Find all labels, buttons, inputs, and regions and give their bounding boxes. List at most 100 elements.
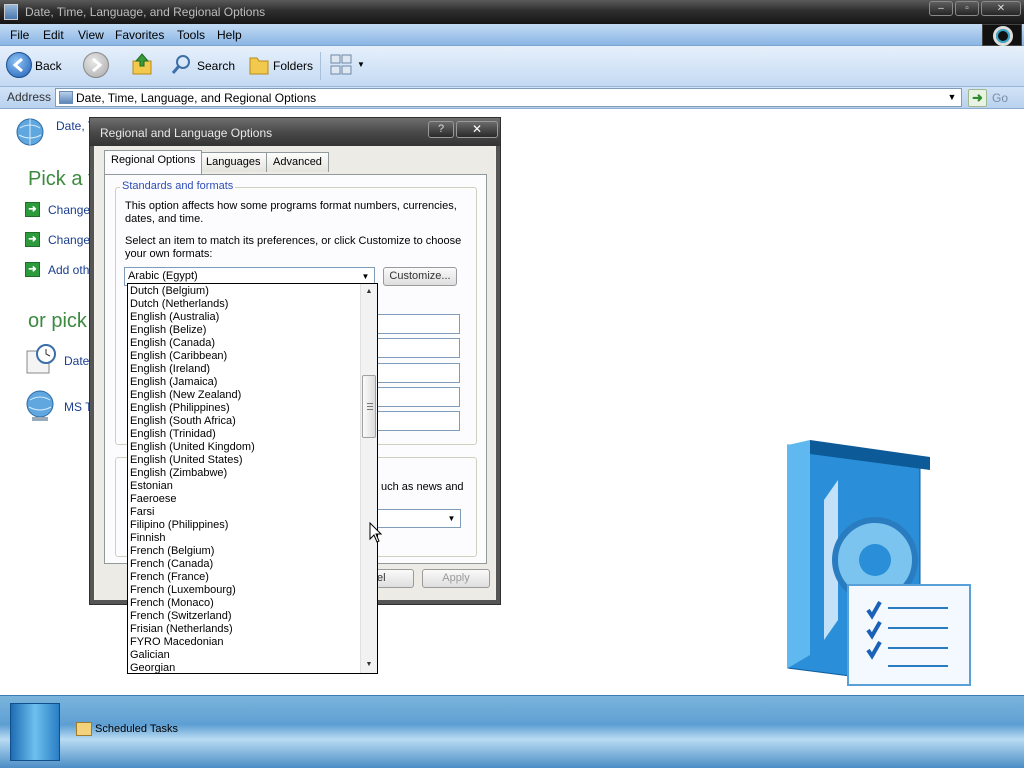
menu-tools[interactable]: Tools <box>177 28 205 42</box>
up-folder-icon <box>132 53 152 75</box>
green-arrow-icon: ➜ <box>25 262 40 277</box>
list-item[interactable]: English (Philippines) <box>128 402 361 415</box>
tab-regional-options[interactable]: Regional Options <box>104 150 203 174</box>
list-item[interactable]: Farsi <box>128 506 361 519</box>
list-item[interactable]: English (Zimbabwe) <box>128 467 361 480</box>
list-item[interactable]: English (Canada) <box>128 337 361 350</box>
forward-arrow-icon <box>83 52 109 78</box>
list-item[interactable]: English (Caribbean) <box>128 350 361 363</box>
toolbar: Back Search Folders ▼ <box>0 46 1024 87</box>
list-item[interactable]: Dutch (Netherlands) <box>128 298 361 311</box>
green-arrow-icon: ➜ <box>25 232 40 247</box>
close-button[interactable]: ✕ <box>981 1 1021 16</box>
dialog-close-button[interactable]: ✕ <box>456 121 498 138</box>
list-item[interactable]: English (Ireland) <box>128 363 361 376</box>
date-time-icon <box>26 344 56 374</box>
dialog-help-button[interactable]: ? <box>428 121 454 138</box>
scroll-thumb[interactable] <box>362 375 376 438</box>
format-instruction: Select an item to match its preferences,… <box>125 235 462 260</box>
address-dropdown-icon[interactable]: ▼ <box>945 90 959 105</box>
sample-currency-field <box>376 338 460 358</box>
list-item[interactable]: Estonian <box>128 480 361 493</box>
date-time-link[interactable]: Date <box>64 354 89 368</box>
chevron-down-icon[interactable]: ▼ <box>444 511 459 526</box>
list-item[interactable]: French (Canada) <box>128 558 361 571</box>
format-description: This option affects how some programs fo… <box>125 200 457 225</box>
sample-time-field <box>376 363 460 383</box>
list-item[interactable]: Dutch (Belgium) <box>128 285 361 298</box>
list-item[interactable]: French (France) <box>128 571 361 584</box>
format-dropdown-list[interactable]: Dutch (Belgium) Dutch (Netherlands) Englis… <box>127 283 378 674</box>
location-select[interactable]: ▼ <box>372 509 461 528</box>
scroll-down-icon[interactable]: ▼ <box>361 657 377 673</box>
back-button[interactable]: Back <box>6 52 66 80</box>
start-button[interactable] <box>10 703 60 761</box>
dialog-title: Regional and Language Options <box>100 126 273 140</box>
views-grid-icon <box>330 54 352 75</box>
list-item[interactable]: Georgian <box>128 662 361 673</box>
scheduled-tasks-icon <box>76 722 92 736</box>
menu-favorites[interactable]: Favorites <box>115 28 164 42</box>
list-item[interactable]: French (Monaco) <box>128 597 361 610</box>
scroll-up-icon[interactable]: ▲ <box>361 284 377 300</box>
tab-languages[interactable]: Languages <box>199 152 268 172</box>
taskbar-item-scheduled-tasks[interactable]: Scheduled Tasks <box>95 723 178 735</box>
sample-long-date-field <box>376 411 460 431</box>
task-link-change-2[interactable]: Change <box>48 233 90 247</box>
minimize-button[interactable]: – <box>929 1 953 16</box>
control-panel-icon <box>59 91 73 104</box>
views-button[interactable]: ▼ <box>330 52 366 80</box>
tab-advanced[interactable]: Advanced <box>266 152 329 172</box>
taskbar: Scheduled Tasks <box>0 695 1024 768</box>
go-arrow-icon[interactable]: ➜ <box>968 89 987 107</box>
chevron-down-icon[interactable]: ▼ <box>358 269 373 284</box>
mouse-cursor-icon <box>369 522 383 543</box>
list-item[interactable]: French (Switzerland) <box>128 610 361 623</box>
list-item[interactable]: French (Belgium) <box>128 545 361 558</box>
control-panel-icon <box>4 4 18 20</box>
regional-globe-icon <box>26 390 54 421</box>
format-list-items: Dutch (Belgium) Dutch (Netherlands) Englis… <box>128 285 361 673</box>
back-arrow-icon <box>6 52 32 78</box>
views-dropdown-icon: ▼ <box>357 60 365 69</box>
folders-button[interactable]: Folders <box>247 52 313 80</box>
task-link-change-1[interactable]: Change <box>48 203 90 217</box>
pick-task-heading: Pick a t <box>28 168 94 190</box>
list-item[interactable]: Filipino (Philippines) <box>128 519 361 532</box>
list-item[interactable]: French (Luxembourg) <box>128 584 361 597</box>
customize-button[interactable]: Customize... <box>383 267 457 286</box>
or-pick-heading: or pick <box>28 310 87 332</box>
dialog-title-bar[interactable]: Regional and Language Options ? ✕ <box>90 118 500 146</box>
go-button[interactable]: Go <box>992 91 1008 105</box>
sample-number-field <box>376 314 460 334</box>
list-item[interactable]: English (Australia) <box>128 311 361 324</box>
list-item[interactable]: English (Jamaica) <box>128 376 361 389</box>
list-item[interactable]: Finnish <box>128 532 361 545</box>
globe-clock-icon <box>16 118 44 146</box>
menu-view[interactable]: View <box>78 28 104 42</box>
menu-edit[interactable]: Edit <box>43 28 64 42</box>
folders-icon <box>249 57 269 75</box>
menu-file[interactable]: File <box>10 28 29 42</box>
forward-button[interactable] <box>83 52 109 80</box>
menu-help[interactable]: Help <box>217 28 242 42</box>
list-scrollbar[interactable]: ▲ ▼ <box>360 284 377 673</box>
list-item[interactable]: English (New Zealand) <box>128 389 361 402</box>
list-item[interactable]: FYRO Macedonian <box>128 636 361 649</box>
maximize-button[interactable]: ▫ <box>955 1 979 16</box>
up-folder-button[interactable] <box>130 52 156 80</box>
list-item[interactable]: Frisian (Netherlands) <box>128 623 361 636</box>
apply-button[interactable]: Apply <box>422 569 490 588</box>
list-item[interactable]: English (South Africa) <box>128 415 361 428</box>
list-item[interactable]: Galician <box>128 649 361 662</box>
address-input[interactable]: Date, Time, Language, and Regional Optio… <box>55 88 962 107</box>
list-item[interactable]: English (Trinidad) <box>128 428 361 441</box>
list-item[interactable]: English (United Kingdom) <box>128 441 361 454</box>
menu-bar: File Edit View Favorites Tools Help <box>0 24 1024 46</box>
list-item[interactable]: English (Belize) <box>128 324 361 337</box>
decorative-folder-icon <box>787 440 971 686</box>
title-bar: Date, Time, Language, and Regional Optio… <box>0 0 1024 24</box>
list-item[interactable]: English (United States) <box>128 454 361 467</box>
search-button[interactable]: Search <box>170 52 236 80</box>
list-item[interactable]: Faeroese <box>128 493 361 506</box>
